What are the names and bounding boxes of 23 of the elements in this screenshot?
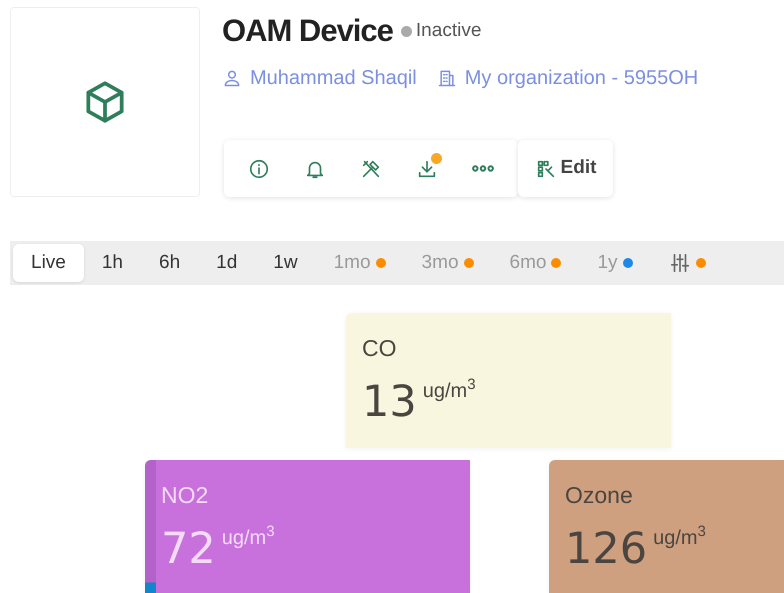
range-tab[interactable]: 1d xyxy=(198,244,256,282)
metric-name: Ozone xyxy=(565,481,634,510)
metric-unit: ug/m$^{3}$ xyxy=(653,522,706,550)
range-tab[interactable]: 1h xyxy=(84,244,141,282)
more-icon xyxy=(472,165,494,172)
sliders-icon xyxy=(668,252,691,274)
metric-name: CO xyxy=(362,334,398,363)
range-tab[interactable]: Live xyxy=(13,244,84,282)
metric-unit: ug/m$^{3}$ xyxy=(222,522,275,550)
status-text: Inactive xyxy=(416,19,482,43)
metric-value: 13 xyxy=(362,376,417,428)
status-dot xyxy=(400,26,412,37)
range-tab[interactable]: 1w xyxy=(255,244,316,282)
info-icon xyxy=(248,158,270,180)
metric-value: 72 xyxy=(161,522,216,576)
device-title: OAM Device xyxy=(222,12,393,50)
building-icon xyxy=(436,68,457,88)
metric-unit: ug/m$^{3}$ xyxy=(422,376,476,404)
edit-button[interactable]: Edit xyxy=(518,140,613,197)
metric-value: 126 xyxy=(565,522,648,576)
user-icon xyxy=(222,68,242,88)
range-tab[interactable]: 6h xyxy=(141,244,198,282)
metric-name: NO2 xyxy=(161,481,210,510)
